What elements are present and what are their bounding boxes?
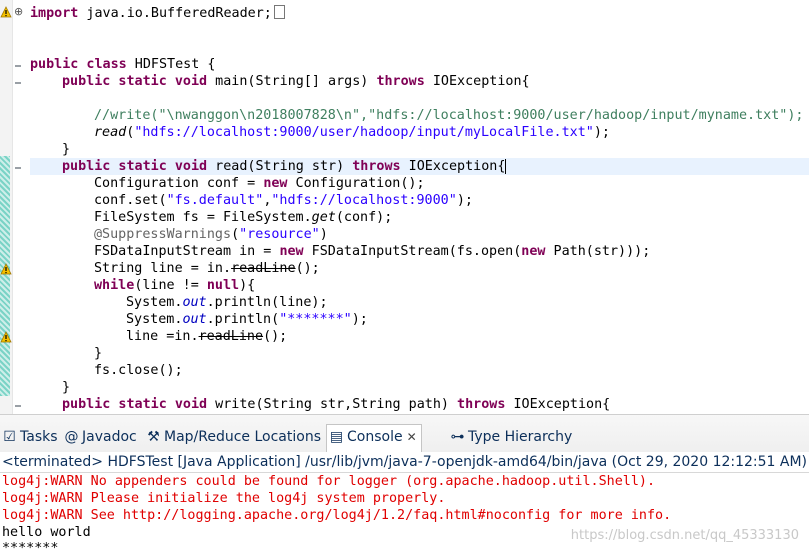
close-icon[interactable]: ✕: [407, 430, 417, 444]
code-line-println-1: System.out.println(line);: [126, 295, 328, 310]
code-line-fsin: FSDataInputStream in = new FSDataInputSt…: [94, 244, 651, 259]
console-icon: ▤: [329, 429, 344, 445]
tab-map-reduce-locations[interactable]: ⚒ Map/Reduce Locations: [144, 425, 325, 453]
code-line-suppress: @SuppressWarnings("resource"): [94, 227, 328, 242]
code-line-read-call: read("hdfs://localhost:9000/user/hadoop/…: [94, 125, 610, 140]
code-line-brace: }: [62, 380, 71, 395]
map-reduce-icon: ⚒: [147, 429, 160, 445]
tab-console[interactable]: ▤ Console ✕: [326, 424, 422, 454]
watermark: https://blog.csdn.net/qq_45333130: [570, 528, 799, 543]
console-line: log4j:WARN No appenders could be found f…: [2, 474, 656, 489]
code-line-fs: FileSystem fs = FileSystem.get(conf);: [94, 210, 393, 225]
warning-icon[interactable]: [0, 263, 12, 275]
fold-main-icon[interactable]: [15, 82, 21, 84]
change-bar: [0, 156, 10, 396]
code-line-class: public class HDFSTest {: [30, 57, 216, 72]
tasks-icon: ☑: [3, 429, 16, 445]
code-line-write-decl: public static void write(String str,Stri…: [62, 397, 611, 412]
code-line-string-line: String line = in.readLine();: [94, 261, 320, 276]
code-line-main: public static void main(String[] args) t…: [62, 74, 530, 89]
view-tab-bar: ☑ Tasks @ Javadoc ⚒ Map/Reduce Locations ▤ C…: [0, 414, 809, 457]
console-line: log4j:WARN Please initialize the log4j s…: [2, 491, 446, 506]
code-line-line-assign: line =in.readLine();: [126, 329, 288, 344]
tab-javadoc[interactable]: @ Javadoc: [62, 425, 141, 453]
collapsed-region-marker[interactable]: [273, 5, 285, 19]
code-line-brace: }: [94, 346, 103, 361]
code-line-brace: }: [62, 142, 71, 157]
fold-class-icon[interactable]: [15, 65, 21, 67]
warning-icon[interactable]: [0, 6, 12, 18]
code-line-while: while(line != null){: [94, 278, 256, 293]
console-line: hello world: [2, 525, 91, 540]
expand-import-icon[interactable]: ⊕: [14, 5, 23, 18]
warning-icon[interactable]: [0, 331, 12, 343]
code-line-conf: Configuration conf = new Configuration()…: [94, 176, 425, 191]
code-line-println-2: System.out.println("*******");: [126, 312, 368, 327]
code-line-read-decl: public static void read(String str) thro…: [30, 158, 809, 175]
text-cursor: [505, 159, 507, 174]
tab-tasks[interactable]: ☑ Tasks: [0, 425, 62, 453]
folding-ruler: [12, 0, 25, 414]
code-line-import: import java.io.BufferedReader;: [30, 5, 285, 22]
code-line-comment: //write("\nwanggon\n2018007828\n","hdfs:…: [94, 108, 804, 123]
console-line: *******: [2, 541, 59, 556]
console-status: <terminated> HDFSTest [Java Application]…: [0, 452, 809, 473]
javadoc-icon: @: [64, 429, 79, 445]
code-line-conf-set: conf.set("fs.default","hdfs://localhost:…: [94, 193, 473, 208]
tab-type-hierarchy[interactable]: ⊶ Type Hierarchy: [448, 425, 576, 453]
console-line: log4j:WARN See http://logging.apache.org…: [2, 508, 672, 523]
code-editor[interactable]: ⊕ import java.io.BufferedReader; public …: [0, 0, 809, 414]
type-hierarchy-icon: ⊶: [450, 429, 465, 445]
code-line-fs-close: fs.close();: [94, 363, 183, 378]
fold-read-icon[interactable]: [15, 167, 21, 169]
fold-write-icon[interactable]: [15, 405, 21, 407]
